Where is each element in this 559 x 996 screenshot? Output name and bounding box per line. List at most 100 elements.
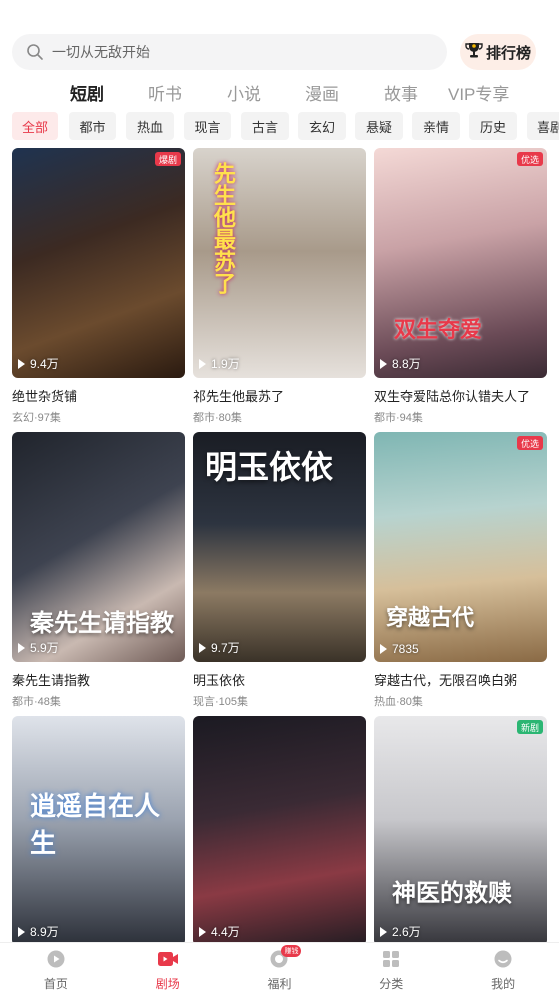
- card-meta: 现言·105集: [193, 696, 249, 708]
- drama-card[interactable]: 逍遥自在人生 8.9万: [12, 716, 185, 946]
- card-meta: 都市·80集: [193, 412, 242, 424]
- play-count: 4.4万: [199, 923, 240, 940]
- ranking-label: 排行榜: [485, 44, 531, 62]
- nav-badge: 赚钱: [281, 945, 302, 957]
- card-meta: 都市·48集: [12, 696, 61, 708]
- tab-story[interactable]: 故事: [384, 80, 418, 105]
- poster-title: 先生他最苏了: [210, 162, 236, 294]
- drama-poster[interactable]: 新剧 神医的救赎 2.6万: [374, 716, 547, 946]
- play-count: 1.9万: [199, 355, 240, 372]
- chip-family[interactable]: 亲情: [412, 112, 460, 140]
- ranking-button[interactable]: 排行榜: [460, 34, 536, 70]
- drama-poster[interactable]: 爆剧 9.4万: [12, 148, 185, 378]
- chip-comedy[interactable]: 喜剧: [527, 112, 559, 140]
- nav-label: 分类: [379, 976, 404, 991]
- nav-label: 首页: [43, 976, 68, 991]
- card-meta: 热血·80集: [374, 696, 423, 708]
- tab-audiobook[interactable]: 听书: [148, 80, 182, 105]
- play-count-value: 9.4万: [30, 357, 59, 371]
- chip-ancient-romance[interactable]: 古言: [241, 112, 289, 140]
- category-icon: [380, 948, 402, 970]
- play-count-value: 5.9万: [30, 641, 59, 655]
- drama-card[interactable]: 优选 穿越古代 7835 穿越古代，无限召唤白粥 热血·80集: [374, 432, 547, 709]
- play-count-value: 1.9万: [211, 357, 240, 371]
- search-placeholder: 一切从无敌开始: [52, 44, 150, 60]
- nav-welfare[interactable]: 赚钱 福利: [224, 943, 336, 996]
- chip-fantasy[interactable]: 玄幻: [298, 112, 346, 140]
- play-count: 9.7万: [199, 639, 240, 656]
- play-icon: [18, 358, 25, 369]
- play-icon: [380, 358, 387, 369]
- play-count: 9.4万: [18, 355, 59, 372]
- play-icon: [199, 926, 206, 937]
- nav-label: 福利: [267, 976, 292, 991]
- search-input[interactable]: 一切从无敌开始: [12, 34, 447, 70]
- nav-theater[interactable]: 剧场: [112, 943, 224, 996]
- nav-home[interactable]: 首页: [0, 943, 112, 996]
- chip-modern-romance[interactable]: 现言: [184, 112, 231, 140]
- play-icon: [199, 358, 206, 369]
- card-title[interactable]: 明玉依依: [193, 670, 366, 689]
- nav-label: 剧场: [155, 976, 180, 991]
- poster-title: 秦先生请指教: [30, 608, 174, 637]
- play-icon: [199, 642, 206, 653]
- play-count-value: 4.4万: [211, 925, 240, 939]
- play-count: 8.9万: [18, 923, 59, 940]
- drama-card[interactable]: 新剧 神医的救赎 2.6万: [374, 716, 547, 946]
- poster-title: 逍遥自在人生: [30, 792, 161, 859]
- drama-poster[interactable]: 优选 穿越古代 7835: [374, 432, 547, 662]
- drama-poster[interactable]: 明玉依依 9.7万: [193, 432, 366, 662]
- play-count-value: 7835: [392, 642, 419, 656]
- play-count: 2.6万: [380, 923, 421, 940]
- card-badge: 优选: [516, 152, 543, 166]
- chip-action[interactable]: 热血: [126, 112, 174, 140]
- play-count-value: 9.7万: [211, 641, 240, 655]
- drama-card[interactable]: 优选 双生夺爱 8.8万 双生夺爱陆总你认错夫人了 都市·94集: [374, 148, 547, 425]
- drama-card[interactable]: 明玉依依 9.7万 明玉依依 现言·105集: [193, 432, 366, 709]
- theater-icon: [157, 948, 179, 970]
- drama-poster[interactable]: 先生他最苏了 1.9万: [193, 148, 366, 378]
- card-title[interactable]: 祁先生他最苏了: [193, 386, 366, 405]
- play-count-value: 2.6万: [392, 925, 421, 939]
- card-meta: 都市·94集: [374, 412, 423, 424]
- nav-label: 我的: [491, 976, 516, 991]
- poster-title: 神医的救赎: [392, 878, 512, 907]
- card-badge: 优选: [516, 436, 543, 450]
- play-count: 7835: [380, 642, 419, 656]
- play-icon: [380, 926, 387, 937]
- tab-vip[interactable]: VIP专享: [448, 80, 509, 105]
- chip-urban[interactable]: 都市: [69, 112, 116, 140]
- play-count-value: 8.9万: [30, 925, 59, 939]
- play-count-value: 8.8万: [392, 357, 421, 371]
- card-badge: 爆剧: [154, 152, 181, 166]
- card-title[interactable]: 双生夺爱陆总你认错夫人了: [374, 386, 547, 405]
- drama-poster[interactable]: 优选 双生夺爱 8.8万: [374, 148, 547, 378]
- drama-poster[interactable]: 4.4万: [193, 716, 366, 946]
- category-chips: 全部 都市 热血 现言 古言 玄幻 悬疑 亲情 历史 喜剧: [0, 112, 559, 142]
- play-icon: [18, 642, 25, 653]
- main-tabs: 短剧 听书 小说 漫画 故事 VIP专享: [0, 80, 559, 108]
- drama-card[interactable]: 4.4万: [193, 716, 366, 946]
- drama-card[interactable]: 爆剧 9.4万 绝世杂货铺 玄幻·97集: [12, 148, 185, 425]
- chip-all[interactable]: 全部: [12, 112, 58, 140]
- app-screen: 一切从无敌开始 排行榜 短剧 听书 小说 漫画 故事 VIP专享 全部 都市 热…: [0, 0, 559, 996]
- card-title[interactable]: 穿越古代，无限召唤白粥: [374, 670, 547, 689]
- card-title[interactable]: 秦先生请指教: [12, 670, 185, 689]
- chip-suspense[interactable]: 悬疑: [355, 112, 403, 140]
- drama-card[interactable]: 秦先生请指教 5.9万 秦先生请指教 都市·48集: [12, 432, 185, 709]
- nav-profile[interactable]: 我的: [447, 943, 559, 996]
- tab-novel[interactable]: 小说: [227, 80, 261, 105]
- chip-history[interactable]: 历史: [469, 112, 517, 140]
- home-icon: [45, 948, 67, 970]
- play-count: 5.9万: [18, 639, 59, 656]
- play-icon: [18, 926, 25, 937]
- nav-category[interactable]: 分类: [335, 943, 447, 996]
- card-title[interactable]: 绝世杂货铺: [12, 386, 185, 405]
- drama-card[interactable]: 先生他最苏了 1.9万 祁先生他最苏了 都市·80集: [193, 148, 366, 425]
- tab-short-drama[interactable]: 短剧: [70, 80, 104, 105]
- profile-icon: [492, 948, 514, 970]
- tab-comic[interactable]: 漫画: [305, 80, 339, 105]
- drama-poster[interactable]: 秦先生请指教 5.9万: [12, 432, 185, 662]
- card-meta: 玄幻·97集: [12, 412, 61, 424]
- drama-poster[interactable]: 逍遥自在人生 8.9万: [12, 716, 185, 946]
